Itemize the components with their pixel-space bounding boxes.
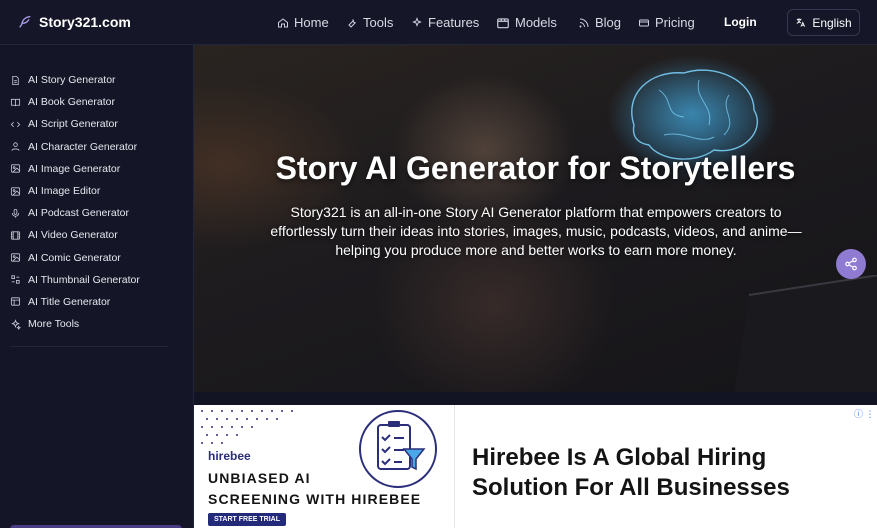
title-icon bbox=[10, 297, 21, 307]
nav-models[interactable]: Models bbox=[496, 0, 557, 45]
thumbnail-icon bbox=[11, 275, 20, 284]
microphone-icon bbox=[11, 208, 20, 218]
login-link[interactable]: Login bbox=[724, 15, 757, 29]
hero-banner: Story AI Generator for Storytellers Stor… bbox=[194, 45, 877, 392]
hero-title: Story AI Generator for Storytellers bbox=[275, 150, 796, 186]
image-edit-icon bbox=[10, 186, 21, 196]
sparkles-icon bbox=[11, 318, 21, 330]
wrench-icon bbox=[348, 18, 356, 28]
image-icon bbox=[10, 164, 21, 173]
sidebar-item-thumbnail[interactable]: AI Thumbnail Generator bbox=[0, 269, 194, 291]
top-navigation-bar: Story321.com Home Tools Features Models … bbox=[0, 0, 877, 45]
nav-features[interactable]: Features bbox=[411, 0, 479, 45]
home-icon bbox=[278, 17, 288, 27]
feather-icon bbox=[19, 16, 31, 28]
sidebar-item-more-tools[interactable]: More Tools bbox=[0, 313, 194, 335]
sidebar-item-character[interactable]: AI Character Generator bbox=[0, 136, 194, 158]
nav-pricing[interactable]: Pricing bbox=[638, 0, 695, 45]
sidebar-item-comic[interactable]: AI Comic Generator bbox=[0, 247, 194, 269]
ad-cta-button[interactable]: START FREE TRIAL bbox=[208, 513, 286, 526]
ad-divider bbox=[454, 405, 455, 528]
film-icon bbox=[10, 231, 21, 240]
hero-description: Story321 is an all-in-one Story AI Gener… bbox=[270, 204, 802, 258]
document-icon bbox=[12, 75, 19, 85]
nav-home[interactable]: Home bbox=[277, 0, 329, 45]
language-button[interactable]: English bbox=[787, 9, 860, 36]
checklist-funnel-icon bbox=[359, 410, 437, 488]
sidebar-item-script[interactable]: AI Script Generator bbox=[0, 113, 194, 135]
sidebar: AI Story Generator AI Book Generator AI … bbox=[0, 45, 194, 528]
language-label: English bbox=[812, 15, 852, 30]
rss-icon bbox=[579, 18, 589, 27]
share-icon bbox=[845, 257, 857, 271]
card-icon bbox=[639, 19, 649, 26]
nav-tools[interactable]: Tools bbox=[346, 0, 393, 45]
advertisement-banner[interactable]: hirebee UNBIASED AI SCREENING WITH HIREB… bbox=[194, 405, 877, 528]
comic-icon bbox=[10, 253, 21, 262]
sidebar-item-video[interactable]: AI Video Generator bbox=[0, 224, 194, 246]
sidebar-item-image[interactable]: AI Image Generator bbox=[0, 158, 194, 180]
nav-blog[interactable]: Blog bbox=[578, 0, 621, 45]
sidebar-item-book[interactable]: AI Book Generator bbox=[0, 91, 194, 113]
user-icon bbox=[11, 142, 20, 151]
ad-title[interactable]: Hirebee Is A Global Hiring Solution For … bbox=[472, 443, 852, 503]
dot-pattern-decoration bbox=[201, 410, 293, 444]
code-icon bbox=[10, 121, 21, 128]
sidebar-item-title[interactable]: AI Title Generator bbox=[0, 291, 194, 313]
sidebar-item-image-editor[interactable]: AI Image Editor bbox=[0, 180, 194, 202]
sidebar-item-story[interactable]: AI Story Generator bbox=[0, 69, 194, 91]
book-icon bbox=[10, 98, 21, 107]
translate-icon bbox=[796, 18, 806, 27]
brand-name: Story321.com bbox=[39, 14, 131, 30]
share-button[interactable] bbox=[836, 249, 866, 279]
brand-logo[interactable]: Story321.com bbox=[17, 12, 131, 32]
ad-info-icon[interactable]: ⓘ ⋮ bbox=[854, 407, 875, 420]
sidebar-item-podcast[interactable]: AI Podcast Generator bbox=[0, 202, 194, 224]
section-spacer bbox=[194, 392, 877, 405]
sidebar-divider bbox=[10, 346, 168, 347]
sidebar-tool-list: AI Story Generator AI Book Generator AI … bbox=[0, 69, 194, 335]
box-icon bbox=[497, 17, 509, 28]
ad-creative[interactable]: hirebee UNBIASED AI SCREENING WITH HIREB… bbox=[194, 405, 454, 528]
sparkles-icon bbox=[412, 16, 422, 27]
ad-brand-logo: hirebee bbox=[208, 449, 251, 463]
laptop-illustration bbox=[734, 275, 877, 392]
